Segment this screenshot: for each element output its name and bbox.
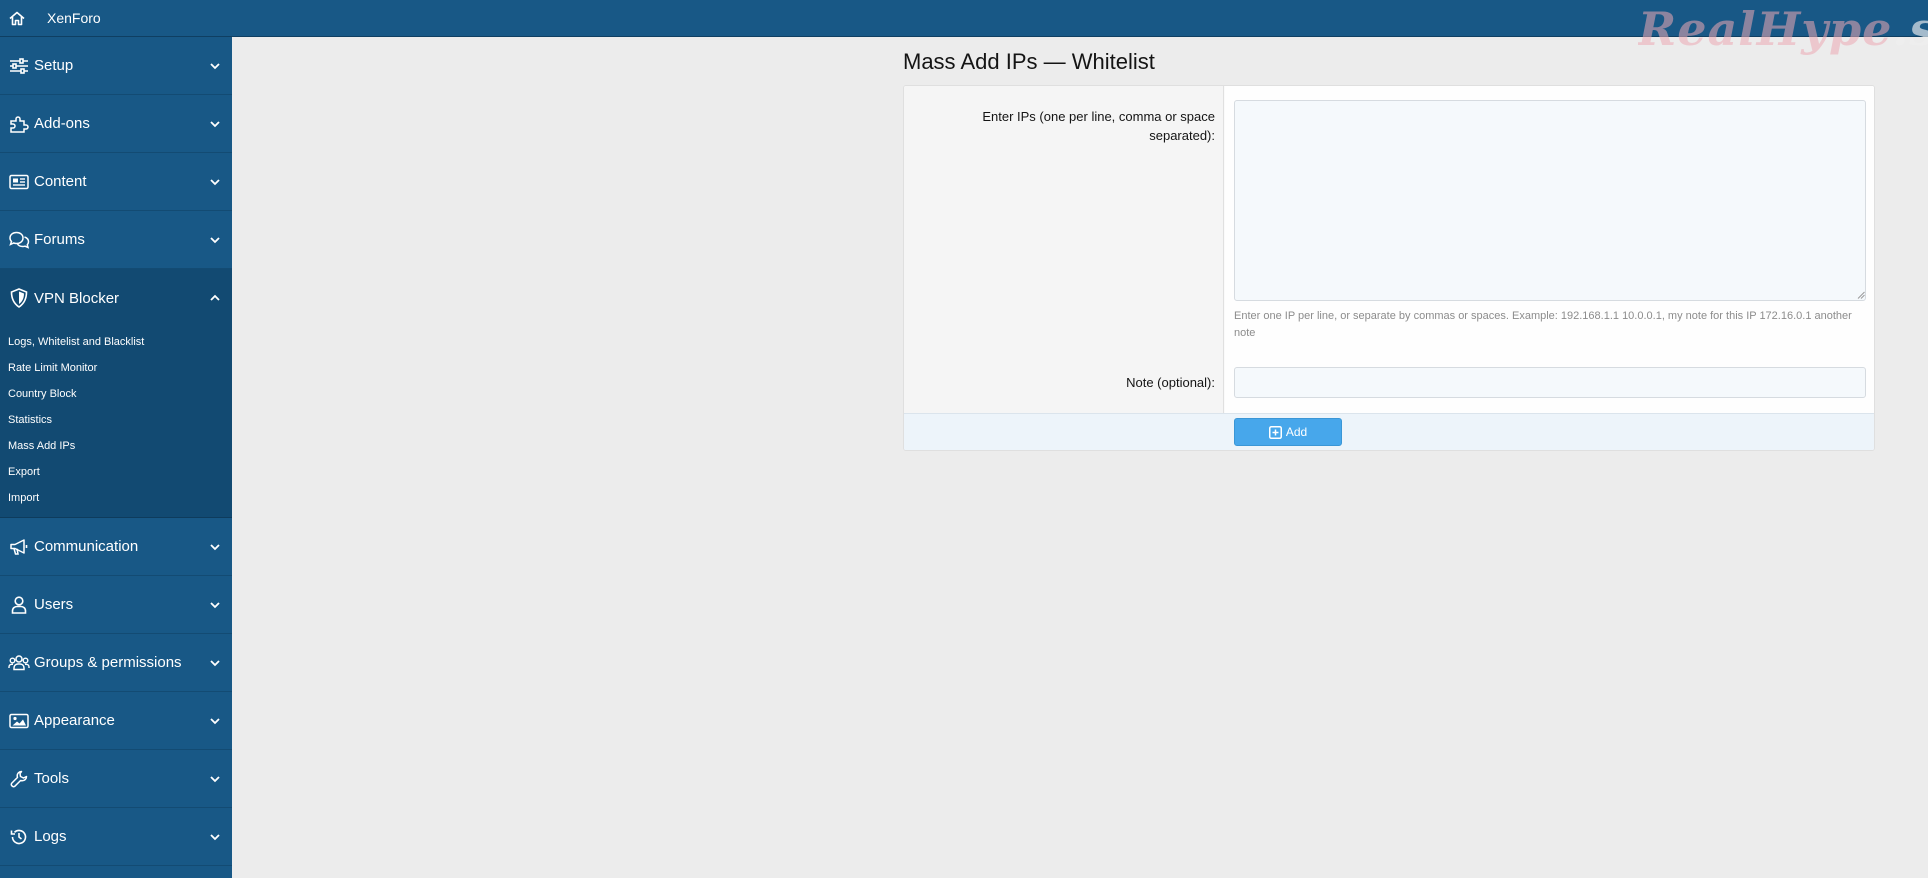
history-icon	[8, 826, 30, 848]
form-submit-row: Add	[904, 413, 1874, 450]
form-label-column: Enter IPs (one per line, comma or space …	[904, 86, 1224, 413]
sidebar-item-setup[interactable]: Setup	[0, 37, 232, 95]
sidebar-item-label: Forums	[34, 231, 85, 248]
sidebar-item-appearance[interactable]: Appearance	[0, 692, 232, 750]
image-icon	[8, 710, 30, 732]
subnav-item-country-block[interactable]: Country Block	[0, 381, 232, 407]
sidebar-item-content[interactable]: Content	[0, 153, 232, 211]
sidebar-item-groups-permissions[interactable]: Groups & permissions	[0, 634, 232, 692]
brand-link[interactable]: XenForo	[47, 10, 101, 26]
sidebar-item-logs[interactable]: Logs	[0, 808, 232, 866]
sidebar-item-label: Content	[34, 173, 87, 190]
note-input[interactable]	[1234, 367, 1866, 398]
subnav-item-rate-limit-monitor[interactable]: Rate Limit Monitor	[0, 355, 232, 381]
sidebar-item-vpn-blocker[interactable]: VPN Blocker	[0, 269, 232, 327]
users-icon	[8, 652, 30, 674]
ips-field-label: Enter IPs (one per line, comma or space …	[982, 109, 1215, 143]
sidebar-item-label: Tools	[34, 770, 70, 787]
megaphone-icon	[8, 536, 30, 558]
sidebar-item-tools[interactable]: Tools	[0, 750, 232, 808]
shield-icon	[8, 287, 30, 309]
subnav-item-statistics[interactable]: Statistics	[0, 407, 232, 433]
subnav-item-export[interactable]: Export	[0, 459, 232, 485]
sidebar-item-label: Setup	[34, 57, 74, 74]
chevron-down-icon	[210, 833, 220, 840]
page-title: Mass Add IPs — Whitelist	[903, 49, 1155, 74]
newspaper-icon	[8, 171, 30, 193]
vpn-blocker-subnav: Logs, Whitelist and Blacklist Rate Limit…	[0, 327, 232, 518]
chevron-down-icon	[210, 601, 220, 608]
chevron-down-icon	[210, 120, 220, 127]
sidebar-item-label: Logs	[34, 828, 67, 845]
sidebar-item-label: Appearance	[34, 712, 115, 729]
home-icon	[9, 11, 25, 25]
sidebar-item-forums[interactable]: Forums	[0, 211, 232, 269]
subnav-item-mass-add-ips[interactable]: Mass Add IPs	[0, 433, 232, 459]
sliders-icon	[8, 55, 30, 77]
comments-icon	[8, 229, 30, 251]
sidebar-item-label: VPN Blocker	[34, 289, 120, 307]
watermark-main: RealHype	[1638, 2, 1893, 56]
sidebar-item-label: Groups & permissions	[34, 654, 182, 671]
plus-square-icon	[1268, 425, 1282, 439]
ips-textarea[interactable]	[1234, 100, 1866, 301]
resize-handle-icon[interactable]	[1857, 291, 1865, 299]
chevron-down-icon	[210, 717, 220, 724]
add-button[interactable]: Add	[1234, 418, 1342, 446]
chevron-up-icon	[210, 294, 220, 301]
watermark-tail: .site	[1892, 2, 1928, 56]
puzzle-icon	[8, 113, 30, 135]
ips-field-hint: Enter one IP per line, or separate by co…	[1234, 310, 1852, 339]
sidebar-item-users[interactable]: Users	[0, 576, 232, 634]
chevron-down-icon	[210, 62, 220, 69]
mass-add-ips-form: Enter IPs (one per line, comma or space …	[903, 85, 1875, 451]
chevron-down-icon	[210, 775, 220, 782]
form-input-column: Enter one IP per line, or separate by co…	[1225, 86, 1874, 413]
chevron-down-icon	[210, 543, 220, 550]
home-button[interactable]	[0, 0, 34, 37]
add-button-label: Add	[1285, 425, 1308, 439]
sidebar-nav: Setup Add-ons Content Forums VPN Blocker…	[0, 37, 232, 878]
watermark-logo: RealHype.site	[1638, 2, 1928, 62]
wrench-icon	[8, 768, 30, 790]
chevron-down-icon	[210, 178, 220, 185]
sidebar-item-addons[interactable]: Add-ons	[0, 95, 232, 153]
subnav-item-import[interactable]: Import	[0, 485, 232, 511]
sidebar-item-label: Add-ons	[34, 115, 90, 132]
chevron-down-icon	[210, 659, 220, 666]
note-field-label: Note (optional):	[1126, 375, 1215, 390]
subnav-item-logs-whitelist-blacklist[interactable]: Logs, Whitelist and Blacklist	[0, 329, 232, 355]
user-icon	[8, 594, 30, 616]
sidebar-item-label: Communication	[34, 538, 139, 555]
sidebar-item-label: Users	[34, 596, 74, 613]
sidebar-item-communication[interactable]: Communication	[0, 518, 232, 576]
chevron-down-icon	[210, 236, 220, 243]
